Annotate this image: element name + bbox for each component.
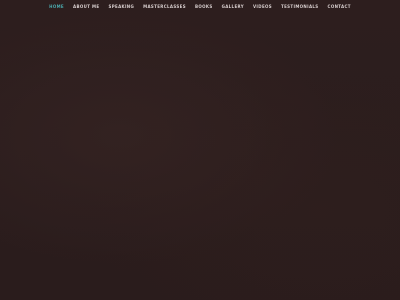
nav-item-about-me[interactable]: ABOUT ME [73, 4, 99, 9]
main-navigation: HOME ABOUT ME SPEAKING MASTERCLASSES BOO… [0, 0, 400, 13]
nav-item-gallery[interactable]: GALLERY [222, 4, 244, 9]
nav-item-speaking[interactable]: SPEAKING [108, 4, 134, 9]
nav-item-masterclasses[interactable]: MASTERCLASSES [143, 4, 186, 9]
nav-item-videos[interactable]: VIDEOS [253, 4, 272, 9]
nav-item-home[interactable]: HOME [49, 4, 64, 9]
nav-menu: HOME ABOUT ME SPEAKING MASTERCLASSES BOO… [49, 4, 351, 9]
nav-item-testimonials[interactable]: TESTIMONIALS [281, 4, 319, 9]
nav-item-books[interactable]: BOOKS [195, 4, 213, 9]
hero-background [0, 0, 400, 300]
nav-item-contact[interactable]: CONTACT [328, 4, 351, 9]
